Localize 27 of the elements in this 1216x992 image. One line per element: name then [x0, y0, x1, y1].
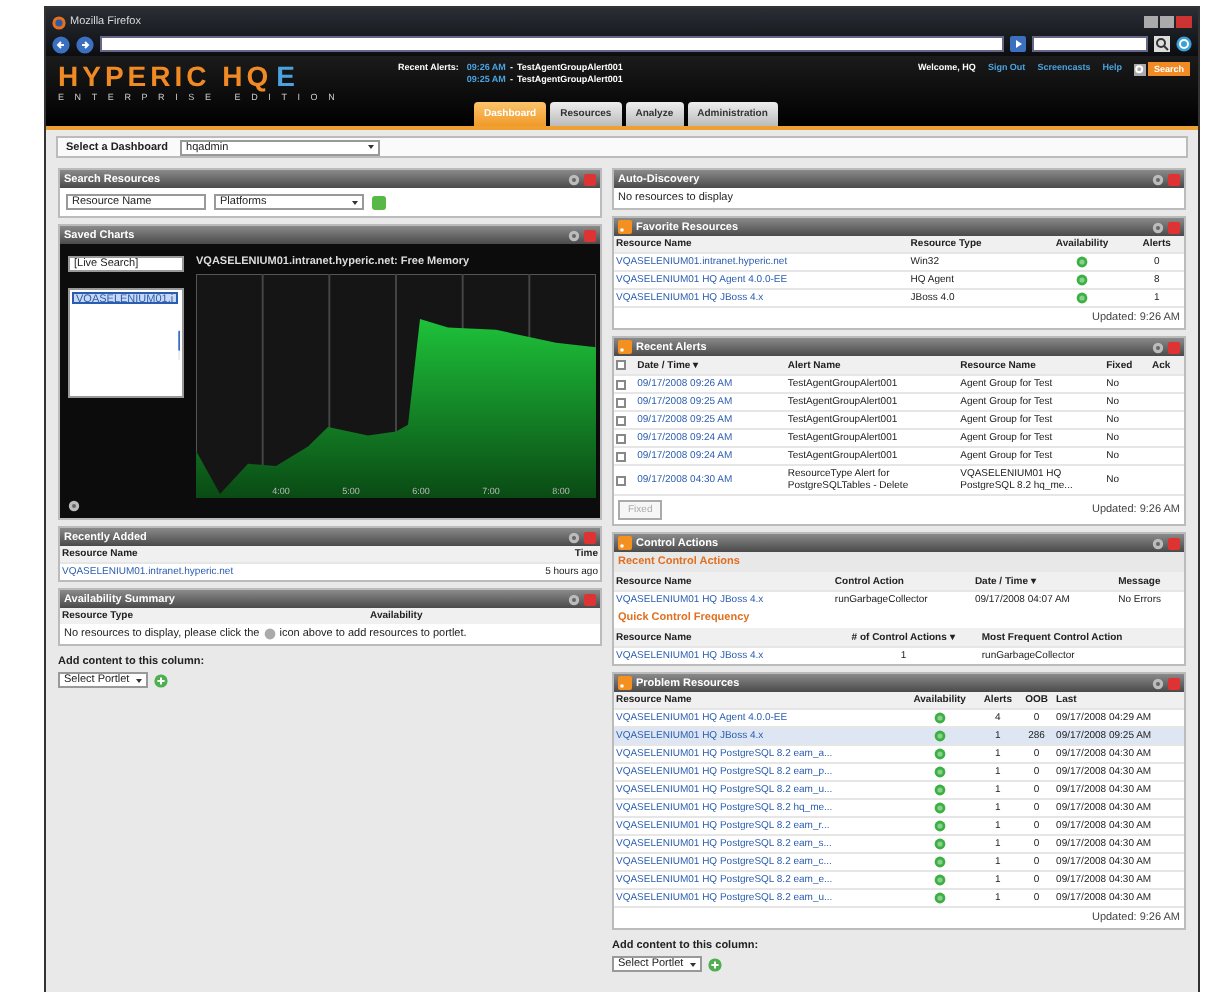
- caret-icon: [688, 959, 698, 969]
- forward-icon[interactable]: [76, 35, 94, 53]
- go-icon[interactable]: [1010, 36, 1026, 52]
- settings-icon[interactable]: [68, 500, 80, 512]
- checkbox[interactable]: [616, 397, 626, 407]
- checkbox[interactable]: [616, 451, 626, 461]
- checkbox[interactable]: [616, 415, 626, 425]
- refresh-icon[interactable]: [1176, 36, 1192, 52]
- caret-icon: [366, 142, 377, 152]
- checkbox[interactable]: [616, 360, 626, 370]
- search-icon[interactable]: [1154, 36, 1170, 52]
- back-icon[interactable]: [52, 35, 70, 53]
- settings-icon: [263, 628, 276, 640]
- add-icon[interactable]: [708, 957, 722, 971]
- caret-icon: [134, 675, 144, 685]
- add-icon[interactable]: [154, 673, 168, 687]
- checkbox[interactable]: [616, 433, 626, 443]
- checkbox[interactable]: [616, 475, 626, 485]
- caret-icon: [350, 197, 360, 207]
- product-logo: HYPERIC HQ: [58, 62, 273, 90]
- checkbox[interactable]: [616, 379, 626, 389]
- search-icon: [1133, 63, 1146, 75]
- search-field[interactable]: [1032, 36, 1148, 52]
- address-field[interactable]: [100, 36, 1004, 52]
- browser-icon: [52, 15, 66, 29]
- logo-letter: E: [276, 62, 299, 90]
- window-controls-icon[interactable]: [1144, 16, 1192, 28]
